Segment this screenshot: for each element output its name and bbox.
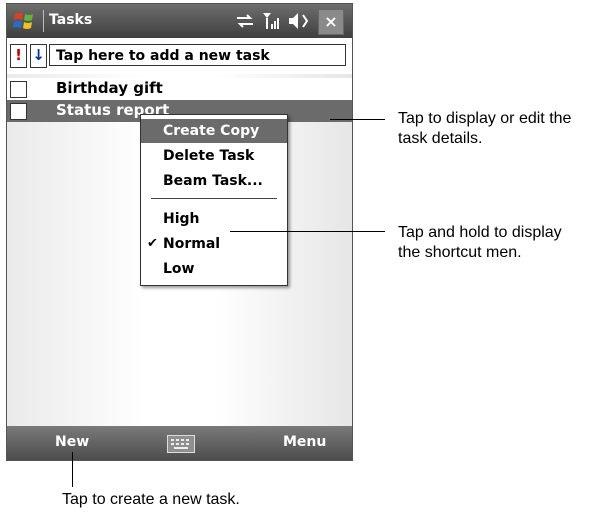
callout-shortcut-menu: Tap and hold to display the shortcut men… bbox=[398, 223, 562, 263]
sync-icon[interactable] bbox=[235, 13, 255, 29]
volume-icon[interactable] bbox=[288, 12, 310, 30]
signal-icon[interactable] bbox=[262, 11, 282, 31]
new-button[interactable]: New bbox=[55, 434, 89, 450]
menu-item-create-copy[interactable]: Create Copy bbox=[141, 119, 287, 143]
close-button[interactable]: × bbox=[318, 9, 344, 35]
context-menu: Create Copy Delete Task Beam Task... Hig… bbox=[140, 114, 288, 286]
new-task-bar: ! ↓ Tap here to add a new task bbox=[7, 38, 352, 74]
window-title: Tasks bbox=[49, 12, 93, 28]
callout-new-task: Tap to create a new task. bbox=[62, 490, 240, 510]
menu-item-priority-low[interactable]: Low bbox=[141, 257, 287, 281]
callout-text-line: Tap to display or edit the bbox=[398, 110, 572, 127]
callout-text-line: Tap to create a new task. bbox=[62, 491, 240, 508]
callout-leader-task-details bbox=[330, 119, 385, 120]
sort-order-button[interactable]: ↓ bbox=[30, 44, 47, 68]
menu-button[interactable]: Menu bbox=[283, 434, 326, 450]
checkmark-icon: ✔ bbox=[147, 236, 158, 251]
callout-leader-shortcut-menu bbox=[230, 231, 385, 232]
new-task-input[interactable]: Tap here to add a new task bbox=[49, 44, 346, 66]
menu-item-beam-task[interactable]: Beam Task... bbox=[141, 169, 287, 193]
callout-text-line: the shortcut men. bbox=[398, 244, 522, 261]
menu-item-priority-high[interactable]: High bbox=[141, 207, 287, 231]
callout-leader-new-task bbox=[72, 452, 73, 487]
menu-item-delete-task[interactable]: Delete Task bbox=[141, 144, 287, 168]
task-checkbox[interactable] bbox=[10, 103, 27, 120]
task-row[interactable]: Birthday gift bbox=[7, 78, 352, 100]
menu-separator bbox=[151, 198, 277, 199]
priority-sort-button[interactable]: ! bbox=[10, 44, 27, 68]
keyboard-icon[interactable] bbox=[167, 435, 195, 453]
callout-task-details: Tap to display or edit the task details. bbox=[398, 109, 571, 149]
pda-screen: Tasks × ! ↓ Tap here to add a new task B… bbox=[6, 3, 353, 461]
callout-text-line: Tap and hold to display bbox=[398, 224, 562, 241]
title-separator bbox=[43, 10, 44, 32]
task-label: Birthday gift bbox=[56, 79, 163, 97]
task-checkbox[interactable] bbox=[10, 81, 27, 98]
callout-text-line: task details. bbox=[398, 130, 483, 147]
title-bar: Tasks × bbox=[7, 4, 352, 38]
menu-item-label: Normal bbox=[163, 236, 221, 252]
menu-item-priority-normal[interactable]: ✔ Normal bbox=[141, 232, 287, 256]
command-bar: New Menu bbox=[7, 426, 352, 460]
windows-start-icon[interactable] bbox=[13, 10, 35, 32]
